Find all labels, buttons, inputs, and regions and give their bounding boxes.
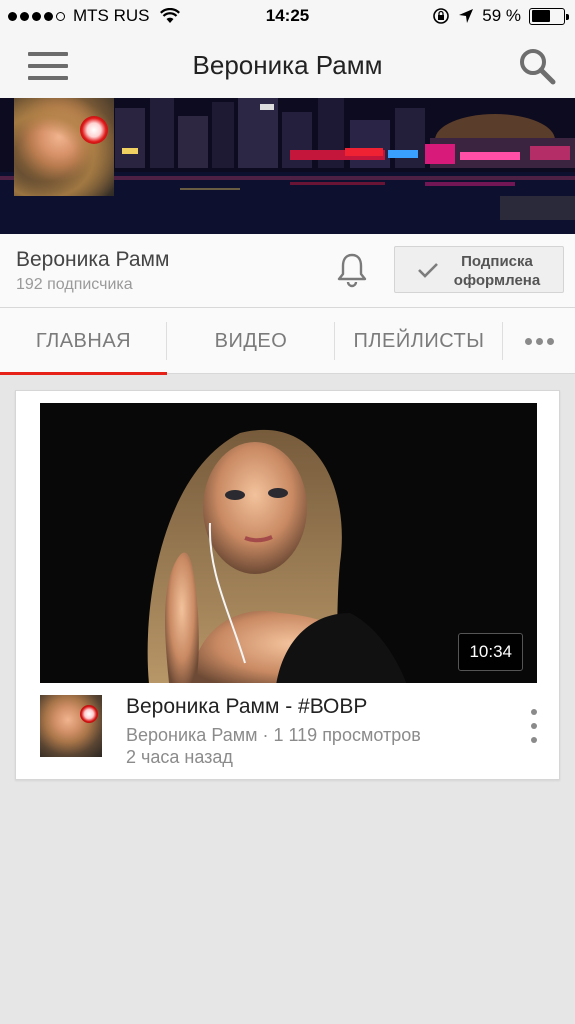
channel-tabs: ГЛАВНАЯ ВИДЕО ПЛЕЙЛИСТЫ [0,308,575,375]
signal-strength-icon [8,11,65,21]
app-bar: Вероника Рамм [0,32,575,98]
channel-header: Вероника Рамм 192 подписчика Подписка оф… [0,234,575,308]
tab-label: ПЛЕЙЛИСТЫ [353,329,485,352]
tab-label: ВИДЕО [214,329,288,352]
carrier-label: MTS RUS [73,6,150,25]
wifi-icon [159,8,180,23]
tab-home[interactable]: ГЛАВНАЯ [0,308,167,375]
video-channel-avatar[interactable] [40,695,102,757]
tab-videos[interactable]: ВИДЕО [167,308,335,374]
checkmark-icon [418,263,438,278]
channel-banner [0,98,575,234]
tab-playlists[interactable]: ПЛЕЙЛИСТЫ [335,308,503,374]
video-thumbnail-image [147,429,407,683]
orientation-lock-icon [433,8,450,24]
tab-label: ГЛАВНАЯ [35,329,132,352]
video-upload-age: 2 часа назад [126,747,233,767]
more-tabs-button[interactable] [503,308,575,374]
battery-icon [529,7,569,25]
video-thumbnail[interactable]: 10:34 [40,403,537,683]
video-meta: Вероника Рамм · 1 119 просмотров [126,725,421,745]
bell-icon[interactable] [336,252,368,288]
more-vertical-icon[interactable] [527,709,541,743]
channel-avatar[interactable] [14,98,114,196]
battery-level [531,10,550,22]
status-right: 59 % [432,6,569,26]
video-card: 10:34 Вероника Рамм - #ВОВР Вероника Рам… [15,390,560,780]
status-left: MTS RUS [8,6,180,26]
status-bar: MTS RUS 14:25 59 % [0,0,575,32]
video-title[interactable]: Вероника Рамм - #ВОВР [126,695,367,719]
subscriber-count: 192 подписчика [16,276,133,293]
location-arrow-icon [459,9,474,23]
battery-percent: 59 % [482,6,521,25]
subscribed-button[interactable]: Подписка оформлена [394,246,564,293]
page-title: Вероника Рамм [192,50,383,80]
search-icon[interactable] [517,46,557,86]
more-horizontal-icon [524,337,554,345]
subscribed-label: Подписка оформлена [453,253,541,289]
video-duration-badge: 10:34 [458,633,523,671]
channel-name: Вероника Рамм [16,248,170,271]
